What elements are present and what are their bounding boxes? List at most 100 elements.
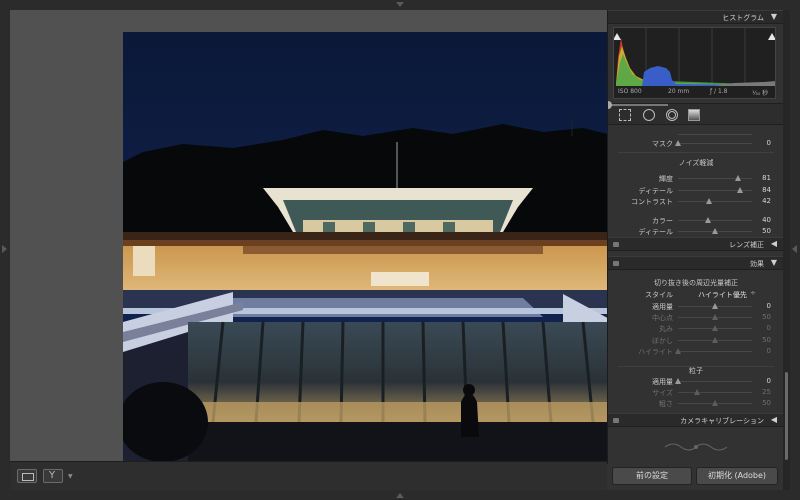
slider-knob[interactable] xyxy=(735,175,741,181)
expand-icon[interactable]: ◀ xyxy=(771,239,777,248)
spot-removal-icon[interactable] xyxy=(643,109,655,121)
slider-value[interactable]: 42 xyxy=(762,197,771,205)
histogram-title: ヒストグラム xyxy=(722,14,764,22)
slider-knob[interactable] xyxy=(712,325,718,332)
iso-value: ISO 800 xyxy=(618,88,642,95)
slider-track[interactable] xyxy=(678,219,752,221)
slider-label: 丸み xyxy=(659,325,673,334)
collapse-icon[interactable]: ▼ xyxy=(771,12,777,21)
histogram-plot xyxy=(614,28,775,86)
camera-calibration-header[interactable]: カメラキャリブレーション ◀ xyxy=(608,413,783,427)
crop-icon[interactable] xyxy=(619,109,631,121)
style-dropdown[interactable]: ハイライト優先 xyxy=(698,290,747,300)
slider-label: 粗さ xyxy=(659,400,673,409)
histogram-header[interactable]: ヒストグラム ▼ xyxy=(608,10,783,24)
before-after-glyph: Y xyxy=(49,470,56,481)
slider-label: ハイライト xyxy=(638,347,673,356)
slider-row: ハイライト 0 xyxy=(608,346,783,357)
panel-bottom-buttons: 前の設定 初期化 (Adobe) xyxy=(607,464,783,490)
slider-row: ディテール 50 xyxy=(608,226,783,237)
slider-value[interactable]: 0 xyxy=(767,302,771,310)
slider-knob[interactable] xyxy=(706,198,712,204)
slider-value[interactable]: 84 xyxy=(762,186,771,194)
graduated-filter-icon[interactable] xyxy=(688,109,700,121)
slider-label: ディテール xyxy=(638,228,673,236)
panel-switch-icon[interactable] xyxy=(613,242,619,247)
red-eye-icon[interactable] xyxy=(666,109,678,121)
view-options-caret-icon[interactable]: ▼ xyxy=(68,473,73,480)
loupe-view-icon[interactable] xyxy=(17,469,37,483)
top-panel-toggle-icon[interactable] xyxy=(396,2,404,7)
dropdown-caret-icon[interactable]: ÷ xyxy=(750,289,756,297)
expand-icon[interactable]: ◀ xyxy=(771,415,777,424)
slider-knob[interactable] xyxy=(712,400,718,407)
slider-value[interactable]: 0 xyxy=(767,324,771,332)
slider-value[interactable]: 81 xyxy=(762,174,771,182)
slider-knob[interactable] xyxy=(675,347,681,354)
slider-value[interactable]: 40 xyxy=(762,216,771,224)
slider-row: 中心点 50 xyxy=(608,312,783,323)
slider-track[interactable] xyxy=(678,381,752,382)
slider-value[interactable]: 50 xyxy=(762,313,771,321)
slider-row: 適用量 0 xyxy=(608,301,783,312)
slider-label: ぼかし xyxy=(652,336,673,345)
slider-knob[interactable] xyxy=(712,314,718,321)
slider-label: 適用量 xyxy=(652,378,673,386)
slider-knob[interactable] xyxy=(705,216,711,223)
effects-title: 効果 xyxy=(750,260,764,268)
slider-row: 丸み 0 xyxy=(608,323,783,334)
effects-header[interactable]: 効果 ▼ xyxy=(608,256,783,270)
slider-knob[interactable] xyxy=(712,303,718,309)
slider-label: サイズ xyxy=(652,389,673,398)
slider-value[interactable]: 25 xyxy=(762,388,771,396)
slider-label: 輝度 xyxy=(659,175,673,183)
grain-title: 粒子 xyxy=(689,367,703,375)
left-panel-toggle-icon[interactable] xyxy=(2,245,7,253)
aperture-value: ƒ / 1.8 xyxy=(710,88,728,95)
collapse-icon[interactable]: ▼ xyxy=(771,258,777,267)
photo-preview[interactable] xyxy=(123,32,615,461)
post-crop-vignette-title: 切り抜き後の周辺光量補正 xyxy=(654,279,738,287)
reset-button[interactable]: 初期化 (Adobe) xyxy=(696,467,778,485)
slider-knob[interactable] xyxy=(675,378,681,384)
slider-track[interactable] xyxy=(678,134,752,135)
slider-knob[interactable] xyxy=(675,140,681,146)
slider-track[interactable] xyxy=(678,350,752,352)
palace-photo xyxy=(123,32,615,461)
image-canvas[interactable] xyxy=(10,10,615,461)
before-after-icon[interactable]: Y xyxy=(43,469,63,483)
panel-switch-icon[interactable] xyxy=(613,261,619,266)
slider-value[interactable]: 50 xyxy=(762,336,771,344)
style-label: スタイル xyxy=(645,291,673,299)
slider-knob[interactable] xyxy=(712,228,718,234)
slider-value[interactable]: 0 xyxy=(767,377,771,385)
slider-row: 適用量 0 xyxy=(608,376,783,387)
histogram-graph[interactable]: ISO 800 20 mm ƒ / 1.8 ¹⁄₃₀ 秒 xyxy=(613,27,776,99)
slider-knob[interactable] xyxy=(694,389,700,396)
right-panel-toggle-icon[interactable] xyxy=(792,245,797,253)
slider-value[interactable]: 50 xyxy=(762,399,771,407)
tool-strip xyxy=(608,103,783,125)
panel-scrollbar-thumb[interactable] xyxy=(785,372,788,460)
slider-label: マスク xyxy=(652,140,673,148)
slider-value[interactable]: 50 xyxy=(762,227,771,235)
slider-value[interactable]: 0 xyxy=(767,139,771,147)
shutter-value: ¹⁄₃₀ 秒 xyxy=(752,90,769,97)
adjustment-brush-icon[interactable] xyxy=(608,104,668,106)
previous-settings-button[interactable]: 前の設定 xyxy=(612,467,692,485)
slider-track[interactable] xyxy=(678,143,752,144)
bottom-toolbar: Y ▼ xyxy=(10,461,607,490)
slider-row-mask: マスク 0 xyxy=(608,138,783,149)
lens-corrections-header[interactable]: レンズ補正 ◀ xyxy=(608,237,783,251)
slider-track[interactable] xyxy=(678,201,752,202)
slider-knob[interactable] xyxy=(712,336,718,343)
focal-length-value: 20 mm xyxy=(668,88,690,95)
slider-row: ディテール 84 xyxy=(608,185,783,196)
bottom-panel-toggle-icon[interactable] xyxy=(396,493,404,498)
slider-knob[interactable] xyxy=(737,186,743,193)
slider-value[interactable]: 0 xyxy=(767,347,771,355)
slider-label: ディテール xyxy=(638,186,673,195)
slider-track[interactable] xyxy=(678,392,752,394)
panel-switch-icon[interactable] xyxy=(613,418,619,423)
slider-label: 中心点 xyxy=(652,314,673,323)
